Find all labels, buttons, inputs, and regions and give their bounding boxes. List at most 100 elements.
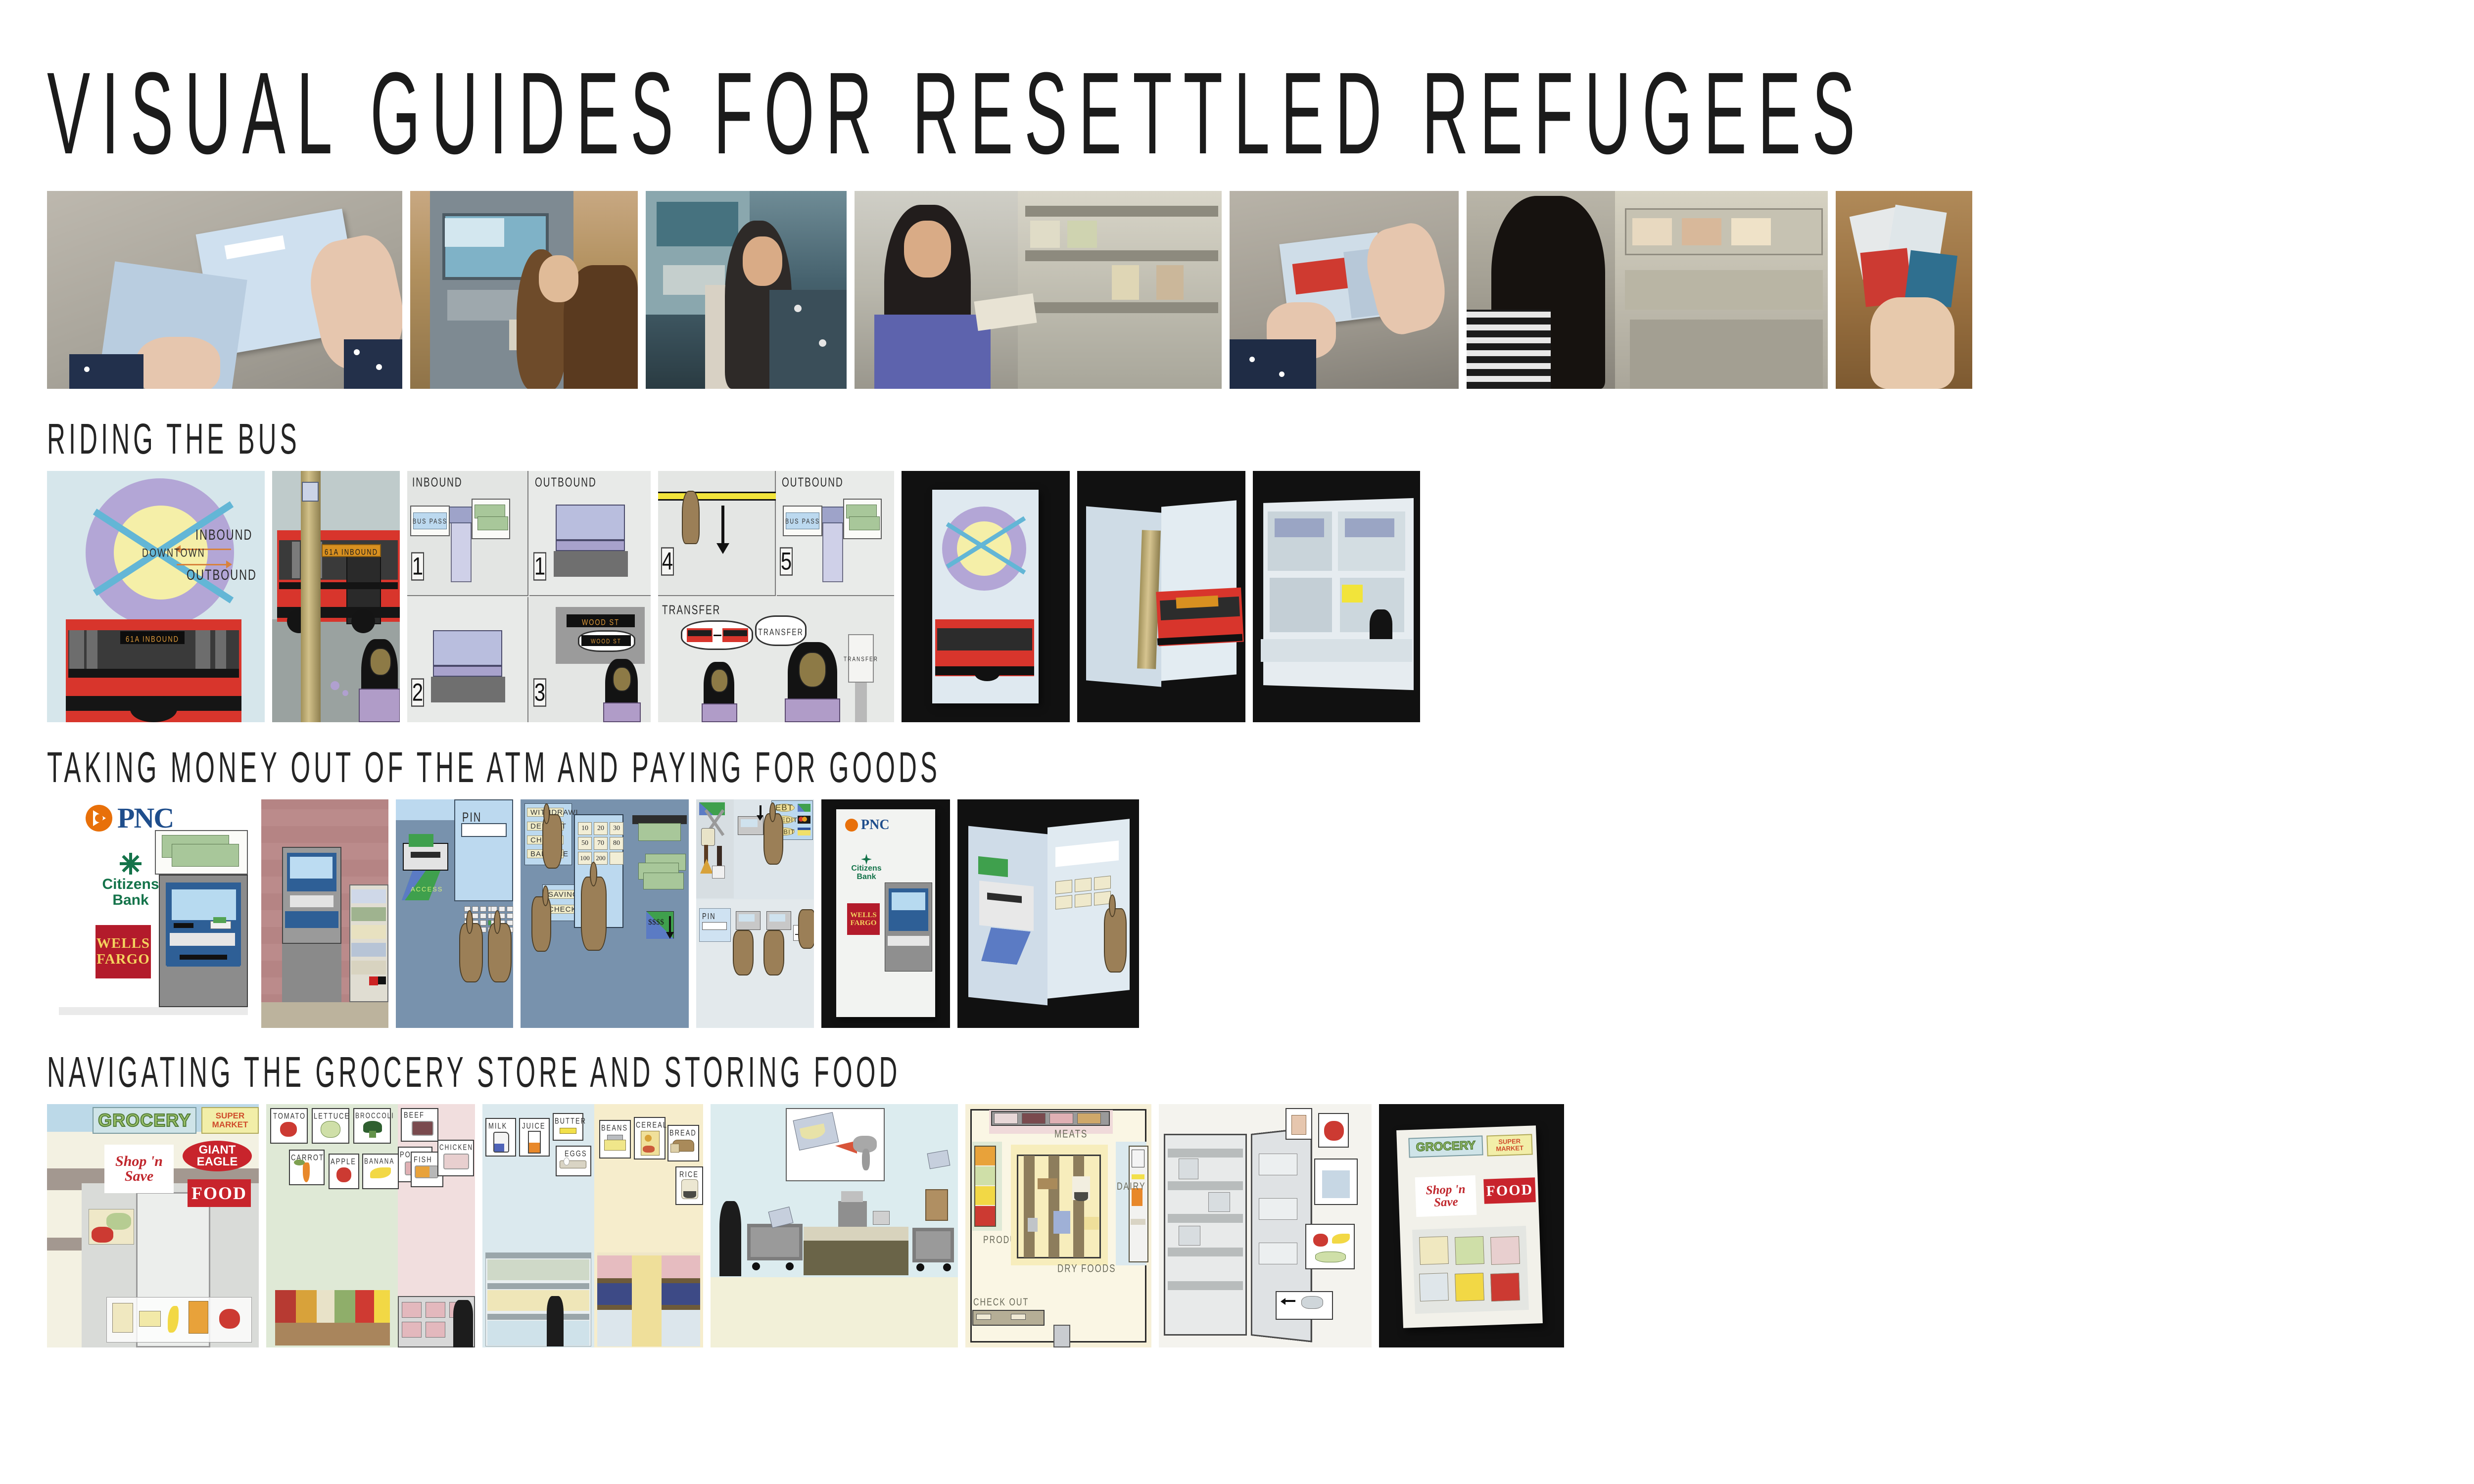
sign-grocery: GROCERY	[97, 1110, 191, 1131]
label-apple: APPLE	[331, 1157, 356, 1166]
label-broccoli: BROCCOLI	[355, 1111, 394, 1120]
pnc-label: PNC	[117, 802, 174, 834]
citizens-label-photo: Citizens Bank	[851, 864, 882, 881]
photo-guide-cards	[1836, 191, 1972, 389]
panel-bank-logos: PNC Citizens Bank WELLS FARGO	[47, 799, 254, 1028]
label-chicken: CHICKEN	[439, 1143, 474, 1152]
denom-10[interactable]: 10	[578, 822, 592, 835]
panel-board-steps: INBOUND OUTBOUND 1 1 2 3 BUS PASS WOOD S…	[407, 471, 651, 722]
panel-checkout	[711, 1104, 958, 1347]
bus-stop-sign: 61A INBOUND	[325, 547, 378, 557]
sign-super-market-photo: SUPER MARKET	[1496, 1137, 1524, 1153]
bus-pass-label: BUS PASS	[412, 518, 448, 526]
map-label-dairy: DAIRY	[1117, 1181, 1146, 1193]
pnc-label-photo: PNC	[861, 817, 890, 833]
step-number-1a: 1	[411, 552, 424, 581]
label-transfer: TRANSFER	[662, 603, 721, 618]
photo-grocery-aisle	[855, 191, 1222, 389]
label-bread: BREAD	[669, 1128, 697, 1138]
denom-50[interactable]: 50	[578, 837, 592, 850]
sign-food: FOOD	[191, 1183, 247, 1203]
panel-atm-exterior	[261, 799, 388, 1028]
wood-st-sign: WOOD ST	[581, 617, 620, 627]
page-title: VISUAL GUIDES FOR RESETTLED REFUGEES	[47, 48, 1866, 179]
step-number-2: 2	[411, 678, 424, 707]
panel-fridge-storage	[1159, 1104, 1372, 1347]
citizens-label: Citizens Bank	[102, 876, 159, 908]
label-cereal: CEREAL	[636, 1120, 668, 1130]
wells-label: WELLS FARGO	[96, 935, 150, 967]
section-heading-grocery: NAVIGATING THE GROCERY STORE AND STORING…	[47, 1048, 901, 1097]
panel-bus-stop: 61A INBOUND	[272, 471, 400, 722]
label-butter: BUTTER	[555, 1116, 586, 1126]
map-label-dry-foods: DRY FOODS	[1057, 1262, 1116, 1275]
label-banana: BANANA	[364, 1157, 395, 1166]
panel-withdraw: WITHDRAWL DEPOSIT CHECK BALANCE SAVINGS …	[521, 799, 689, 1028]
portfolio-page: VISUAL GUIDES FOR RESETTLED REFUGEES RID…	[0, 0, 2474, 1484]
label-juice: JUICE	[522, 1121, 546, 1131]
label-outbound-transfer: OUTBOUND	[782, 476, 844, 490]
denom-100[interactable]: 100	[578, 852, 592, 865]
photo-bus-book-cover	[902, 471, 1070, 722]
access-card-label: ACCESS	[411, 885, 443, 893]
label-rice: RICE	[679, 1169, 699, 1179]
label-outbound-step: OUTBOUND	[535, 476, 597, 490]
denom-80[interactable]: 80	[610, 837, 623, 850]
photo-bus-book-spread	[1253, 471, 1420, 722]
pin-label-2: PIN	[702, 911, 716, 922]
panel-transfer-steps: 4 OUTBOUND 5 BUS PASS TRANSFER TRANSFER …	[658, 471, 894, 722]
sign-giant-eagle: GIANT EAGLE	[196, 1143, 238, 1168]
wells-fargo-logo: WELLS FARGO	[95, 925, 151, 978]
section-heading-bus: RIDING THE BUS	[47, 415, 300, 464]
label-eggs: EGGS	[565, 1149, 587, 1159]
panel-storefront: GROCERY SUPER MARKET Shop 'n Save GIANT …	[47, 1104, 259, 1347]
sign-shop-n-save: Shop 'n Save	[115, 1153, 163, 1184]
citizens-logo: Citizens Bank	[98, 853, 163, 908]
panel-store-map: MEATS PRODUCE DRY FOODS DAIRY CHECK OUT	[965, 1104, 1151, 1347]
photo-atm-book-open	[957, 799, 1139, 1028]
label-lettuce: LETTUCE	[314, 1111, 350, 1121]
step-number-1b: 1	[533, 552, 546, 581]
label-fish: FISH	[414, 1155, 432, 1164]
photo-atm-book-cover: PNC Citizens Bank WELLS FARGO	[821, 799, 950, 1028]
label-tomato: TOMATO	[273, 1111, 306, 1121]
bus-pass-label-2: BUS PASS	[785, 518, 820, 526]
transfer-receipt: TRANSFER	[844, 655, 878, 663]
photo-atm-use	[410, 191, 638, 389]
denom-200[interactable]: 200	[594, 852, 608, 865]
photo-bus-booklet-outdoor	[1230, 191, 1459, 389]
step-number-5: 5	[780, 547, 793, 576]
photo-deli-counter	[1467, 191, 1828, 389]
payment-option-ebt[interactable]: EBT	[774, 803, 795, 812]
sign-food-photo: FOOD	[1486, 1181, 1533, 1200]
sign-grocery-photo: GROCERY	[1416, 1138, 1476, 1155]
bus-panel-row: INBOUND OUTBOUND DOWNTOWN 61A INBOUND 61…	[47, 471, 2427, 722]
label-beans: BEANS	[601, 1123, 628, 1133]
label-downtown: DOWNTOWN	[142, 546, 205, 559]
section-heading-atm: TAKING MONEY OUT OF THE ATM AND PAYING F…	[47, 743, 941, 792]
label-inbound: INBOUND	[195, 526, 253, 543]
denom-30[interactable]: 30	[610, 822, 623, 835]
pnc-logo: PNC	[86, 801, 174, 835]
panel-paying: EBT CREDIT DEBIT PIN	[696, 799, 814, 1028]
photo-grocery-book: GROCERY SUPER MARKET Shop 'n Save FOOD	[1379, 1104, 1564, 1347]
grocery-panel-row: GROCERY SUPER MARKET Shop 'n Save GIANT …	[47, 1104, 2427, 1347]
label-milk: MILK	[488, 1121, 508, 1131]
label-outbound: OUTBOUND	[187, 566, 257, 583]
label-inbound-step: INBOUND	[412, 476, 463, 490]
sign-shop-n-save-photo: Shop 'n Save	[1426, 1182, 1466, 1209]
panel-dairy-dry: MILK JUICE BUTTER EGGS BEANS CEREAL BREA…	[482, 1104, 703, 1347]
map-label-meats: MEATS	[1054, 1128, 1088, 1140]
panel-produce-meat: TOMATO LETTUCE BROCCOLI CARROT APPLE BAN…	[266, 1104, 475, 1347]
label-beef: BEEF	[404, 1110, 425, 1120]
map-label-check-out: CHECK OUT	[973, 1297, 1029, 1308]
panel-bus-map: INBOUND OUTBOUND DOWNTOWN 61A INBOUND	[47, 471, 265, 722]
panel-pin-entry: PIN ACCESS	[396, 799, 513, 1028]
wells-label-photo: WELLS FARGO	[850, 911, 877, 928]
denom-20[interactable]: 20	[594, 822, 608, 835]
sign-super-market: SUPER MARKET	[212, 1111, 248, 1129]
denom-70[interactable]: 70	[594, 837, 608, 850]
photo-bus-guide	[646, 191, 847, 389]
photo-atm-booklet-outdoor	[47, 191, 402, 389]
step-number-3: 3	[533, 678, 546, 707]
